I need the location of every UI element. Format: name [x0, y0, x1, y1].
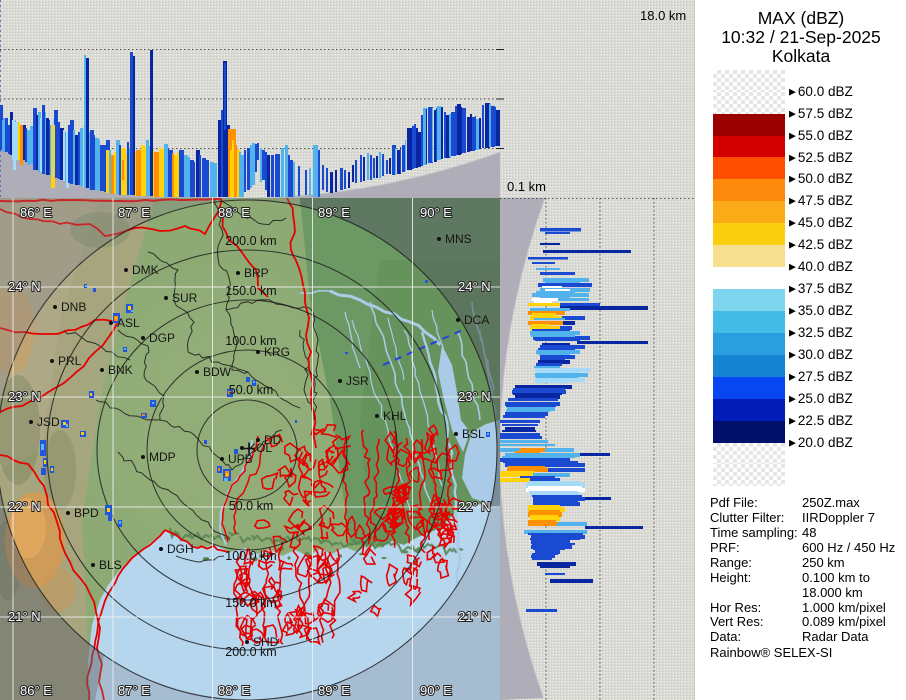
svg-text:KHL: KHL	[383, 409, 407, 423]
svg-text:86° E: 86° E	[20, 683, 52, 698]
svg-text:JSD: JSD	[37, 415, 60, 429]
svg-text:UPB: UPB	[228, 452, 253, 466]
svg-text:87° E: 87° E	[118, 683, 150, 698]
svg-text:ASL: ASL	[117, 316, 140, 330]
svg-text:22° N: 22° N	[458, 499, 491, 514]
svg-text:BNK: BNK	[108, 363, 133, 377]
svg-text:23° N: 23° N	[8, 389, 41, 404]
svg-text:24° N: 24° N	[8, 279, 41, 294]
svg-text:DGP: DGP	[149, 331, 175, 345]
svg-text:SUR: SUR	[172, 291, 198, 305]
svg-text:24° N: 24° N	[458, 279, 491, 294]
svg-text:21° N: 21° N	[8, 609, 41, 624]
svg-text:86° E: 86° E	[20, 205, 52, 220]
svg-text:BRP: BRP	[244, 266, 269, 280]
svg-text:88° E: 88° E	[218, 683, 250, 698]
svg-text:100.0 km: 100.0 km	[225, 549, 276, 563]
svg-text:MNS: MNS	[445, 232, 472, 246]
svg-text:22° N: 22° N	[8, 499, 41, 514]
svg-text:BSL: BSL	[462, 427, 485, 441]
svg-text:DMK: DMK	[132, 263, 159, 277]
svg-text:200.0 km: 200.0 km	[225, 234, 276, 248]
svg-text:PRL: PRL	[58, 354, 82, 368]
svg-text:MDP: MDP	[149, 450, 176, 464]
svg-text:50.0 km: 50.0 km	[229, 499, 273, 513]
svg-text:21° N: 21° N	[458, 609, 491, 624]
svg-text:DGH: DGH	[167, 542, 194, 556]
svg-text:KRG: KRG	[264, 345, 290, 359]
svg-text:87° E: 87° E	[118, 205, 150, 220]
svg-text:JSR: JSR	[346, 374, 369, 388]
svg-text:BPD: BPD	[74, 506, 99, 520]
svg-text:23° N: 23° N	[458, 389, 491, 404]
svg-text:SHD: SHD	[253, 635, 279, 649]
svg-text:89° E: 89° E	[318, 205, 350, 220]
svg-text:BDW: BDW	[203, 365, 232, 379]
svg-text:89° E: 89° E	[318, 683, 350, 698]
svg-text:BLS: BLS	[99, 558, 122, 572]
svg-text:90° E: 90° E	[420, 205, 452, 220]
svg-text:DNB: DNB	[61, 300, 86, 314]
svg-text:150.0 km: 150.0 km	[225, 596, 276, 610]
svg-text:90° E: 90° E	[420, 683, 452, 698]
svg-text:DCA: DCA	[464, 313, 489, 327]
svg-text:50.0 km: 50.0 km	[229, 383, 273, 397]
svg-text:150.0 km: 150.0 km	[225, 284, 276, 298]
svg-text:88° E: 88° E	[218, 205, 250, 220]
